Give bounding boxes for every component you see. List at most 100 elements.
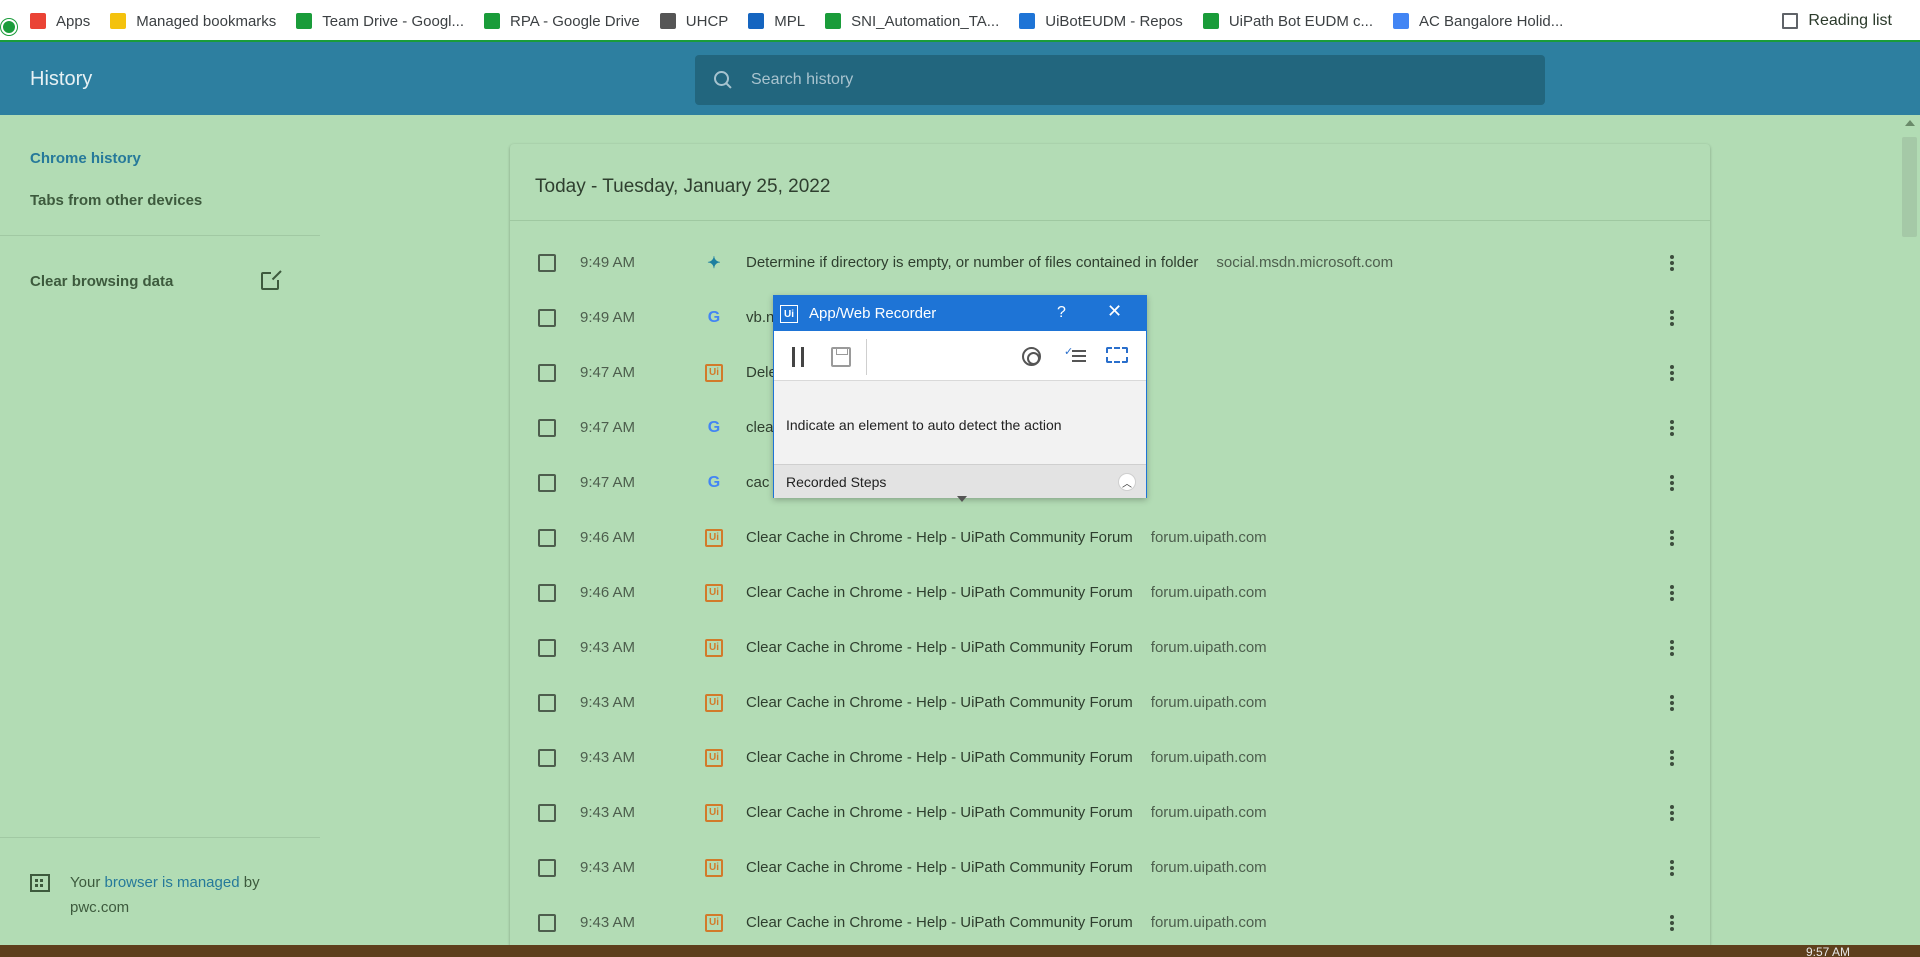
row-title[interactable]: cac — [746, 474, 769, 491]
row-link[interactable]: Determine if directory is empty, or numb… — [746, 254, 1393, 271]
row-link[interactable]: Clear Cache in Chrome - Help - UiPath Co… — [746, 584, 1267, 601]
sidebar-item-chrome-history[interactable]: Chrome history — [30, 150, 141, 167]
help-button[interactable]: ? — [1057, 304, 1066, 322]
reading-list-label: Reading list — [1808, 12, 1892, 29]
more-actions-icon[interactable] — [1670, 529, 1674, 546]
bookmark-item[interactable]: RPA - Google Drive — [474, 6, 650, 36]
toolbar-separator — [866, 339, 867, 375]
more-actions-icon[interactable] — [1670, 364, 1674, 381]
row-checkbox[interactable] — [538, 363, 556, 382]
checklist-icon[interactable] — [1064, 345, 1086, 365]
bookmark-item[interactable]: Team Drive - Googl... — [286, 6, 474, 36]
row-checkbox[interactable] — [538, 308, 556, 327]
bookmark-item[interactable]: Apps — [20, 6, 100, 36]
history-row[interactable]: 9:43 AM Ui Clear Cache in Chrome - Help - … — [510, 620, 1710, 675]
scroll-up-arrow-icon[interactable] — [1905, 120, 1915, 126]
history-row[interactable]: 9:49 AM ✦ Determine if directory is empty,… — [510, 235, 1710, 290]
bookmark-item[interactable]: MPL — [738, 6, 815, 36]
more-actions-icon[interactable] — [1670, 309, 1674, 326]
more-actions-icon[interactable] — [1670, 749, 1674, 766]
history-row[interactable]: 9:43 AM Ui Clear Cache in Chrome - Help - … — [510, 730, 1710, 785]
row-time: 9:43 AM — [580, 859, 636, 876]
row-checkbox[interactable] — [538, 858, 556, 877]
row-domain: forum.uipath.com — [1150, 749, 1267, 766]
row-title[interactable]: Clear Cache in Chrome - Help - UiPath Co… — [746, 639, 1133, 656]
row-checkbox[interactable] — [538, 253, 556, 272]
row-checkbox[interactable] — [538, 638, 556, 657]
row-title[interactable]: vb.n — [746, 309, 774, 326]
row-title[interactable]: Clear Cache in Chrome - Help - UiPath Co… — [746, 804, 1133, 821]
more-actions-icon[interactable] — [1670, 804, 1674, 821]
more-actions-icon[interactable] — [1670, 694, 1674, 711]
screen-capture-icon[interactable] — [1106, 347, 1128, 363]
history-row[interactable]: 9:43 AM Ui Clear Cache in Chrome - Help - … — [510, 785, 1710, 840]
row-link[interactable]: Clear Cache in Chrome - Help - UiPath Co… — [746, 639, 1267, 656]
app-web-recorder-dialog: Ui App/Web Recorder ? ✕ Indicate an elem… — [773, 295, 1147, 502]
bookmark-item[interactable]: UiPath Bot EUDM c... — [1193, 6, 1383, 36]
more-actions-icon[interactable] — [1670, 474, 1674, 491]
row-title[interactable]: Clear Cache in Chrome - Help - UiPath Co… — [746, 859, 1133, 876]
uhcp-icon — [659, 13, 676, 29]
more-actions-icon[interactable] — [1670, 639, 1674, 656]
bookmark-item[interactable]: Managed bookmarks — [100, 6, 286, 36]
row-checkbox[interactable] — [538, 748, 556, 767]
row-link[interactable]: Clear Cache in Chrome - Help - UiPath Co… — [746, 529, 1267, 546]
more-actions-icon[interactable] — [1670, 859, 1674, 876]
close-button[interactable]: ✕ — [1107, 301, 1122, 322]
row-title[interactable]: Clear Cache in Chrome - Help - UiPath Co… — [746, 694, 1133, 711]
row-title[interactable]: Clear Cache in Chrome - Help - UiPath Co… — [746, 584, 1133, 601]
sidebar-item-tabs-other-devices[interactable]: Tabs from other devices — [30, 192, 202, 209]
row-title[interactable]: Clear Cache in Chrome - Help - UiPath Co… — [746, 914, 1133, 931]
row-link[interactable]: Clear Cache in Chrome - Help - UiPath Co… — [746, 859, 1267, 876]
history-row[interactable]: 9:43 AM Ui Clear Cache in Chrome - Help - … — [510, 840, 1710, 895]
row-title[interactable]: clea — [746, 419, 774, 436]
sidebar-item-clear-browsing-data[interactable]: Clear browsing data — [30, 273, 173, 290]
chevron-up-icon[interactable]: ︿ — [1118, 473, 1136, 491]
row-checkbox[interactable] — [538, 528, 556, 547]
row-checkbox[interactable] — [538, 473, 556, 492]
taskbar-clock: 9:57 AM — [1805, 945, 1850, 957]
row-checkbox[interactable] — [538, 693, 556, 712]
managed-link[interactable]: browser is managed — [104, 874, 239, 891]
row-link[interactable]: Clear Cache in Chrome - Help - UiPath Co… — [746, 804, 1267, 821]
row-link[interactable]: Clear Cache in Chrome - Help - UiPath Co… — [746, 749, 1267, 766]
history-header: History — [0, 42, 1920, 115]
target-element-icon[interactable] — [1022, 347, 1041, 366]
search-icon[interactable] — [713, 70, 733, 90]
more-actions-icon[interactable] — [1670, 254, 1674, 271]
bookmark-item[interactable]: SNI_Automation_TA... — [815, 6, 1009, 36]
row-checkbox[interactable] — [538, 583, 556, 602]
history-row[interactable]: 9:46 AM Ui Clear Cache in Chrome - Help - … — [510, 565, 1710, 620]
row-checkbox[interactable] — [538, 418, 556, 437]
search-input[interactable] — [751, 71, 1511, 89]
row-checkbox[interactable] — [538, 803, 556, 822]
history-row[interactable]: 9:46 AM Ui Clear Cache in Chrome - Help - … — [510, 510, 1710, 565]
history-row[interactable]: 9:43 AM Ui Clear Cache in Chrome - Help - … — [510, 675, 1710, 730]
row-title[interactable]: Clear Cache in Chrome - Help - UiPath Co… — [746, 529, 1133, 546]
bookmark-item[interactable]: UHCP — [650, 6, 739, 36]
recorded-steps-label: Recorded Steps — [786, 474, 887, 490]
search-box[interactable] — [695, 55, 1545, 105]
scrollbar-thumb[interactable] — [1902, 137, 1917, 237]
row-checkbox[interactable] — [538, 913, 556, 932]
more-actions-icon[interactable] — [1670, 584, 1674, 601]
bookmark-item[interactable]: UiBotEUDM - Repos — [1009, 6, 1193, 36]
row-title[interactable]: Clear Cache in Chrome - Help - UiPath Co… — [746, 749, 1133, 766]
recorded-steps-bar[interactable]: Recorded Steps ︿ — [774, 464, 1146, 498]
row-link[interactable]: Clear Cache in Chrome - Help - UiPath Co… — [746, 914, 1267, 931]
more-actions-icon[interactable] — [1670, 419, 1674, 436]
scrollbar-track[interactable] — [1900, 115, 1920, 945]
row-link[interactable]: Clear Cache in Chrome - Help - UiPath Co… — [746, 694, 1267, 711]
row-domain: forum.uipath.com — [1150, 694, 1267, 711]
history-row[interactable]: 9:43 AM Ui Clear Cache in Chrome - Help - … — [510, 895, 1710, 950]
pause-icon[interactable] — [792, 347, 804, 367]
bookmark-item[interactable]: AC Bangalore Holid... — [1383, 6, 1573, 36]
row-time: 9:46 AM — [580, 584, 636, 601]
uipath-favicon-icon: Ui — [705, 858, 723, 877]
row-title[interactable]: Determine if directory is empty, or numb… — [746, 254, 1198, 271]
save-icon[interactable] — [831, 347, 851, 367]
row-time: 9:43 AM — [580, 639, 636, 656]
reading-list-button[interactable]: Reading list — [1772, 6, 1902, 36]
recorder-titlebar[interactable]: Ui App/Web Recorder ? ✕ — [774, 296, 1146, 331]
more-actions-icon[interactable] — [1670, 914, 1674, 931]
